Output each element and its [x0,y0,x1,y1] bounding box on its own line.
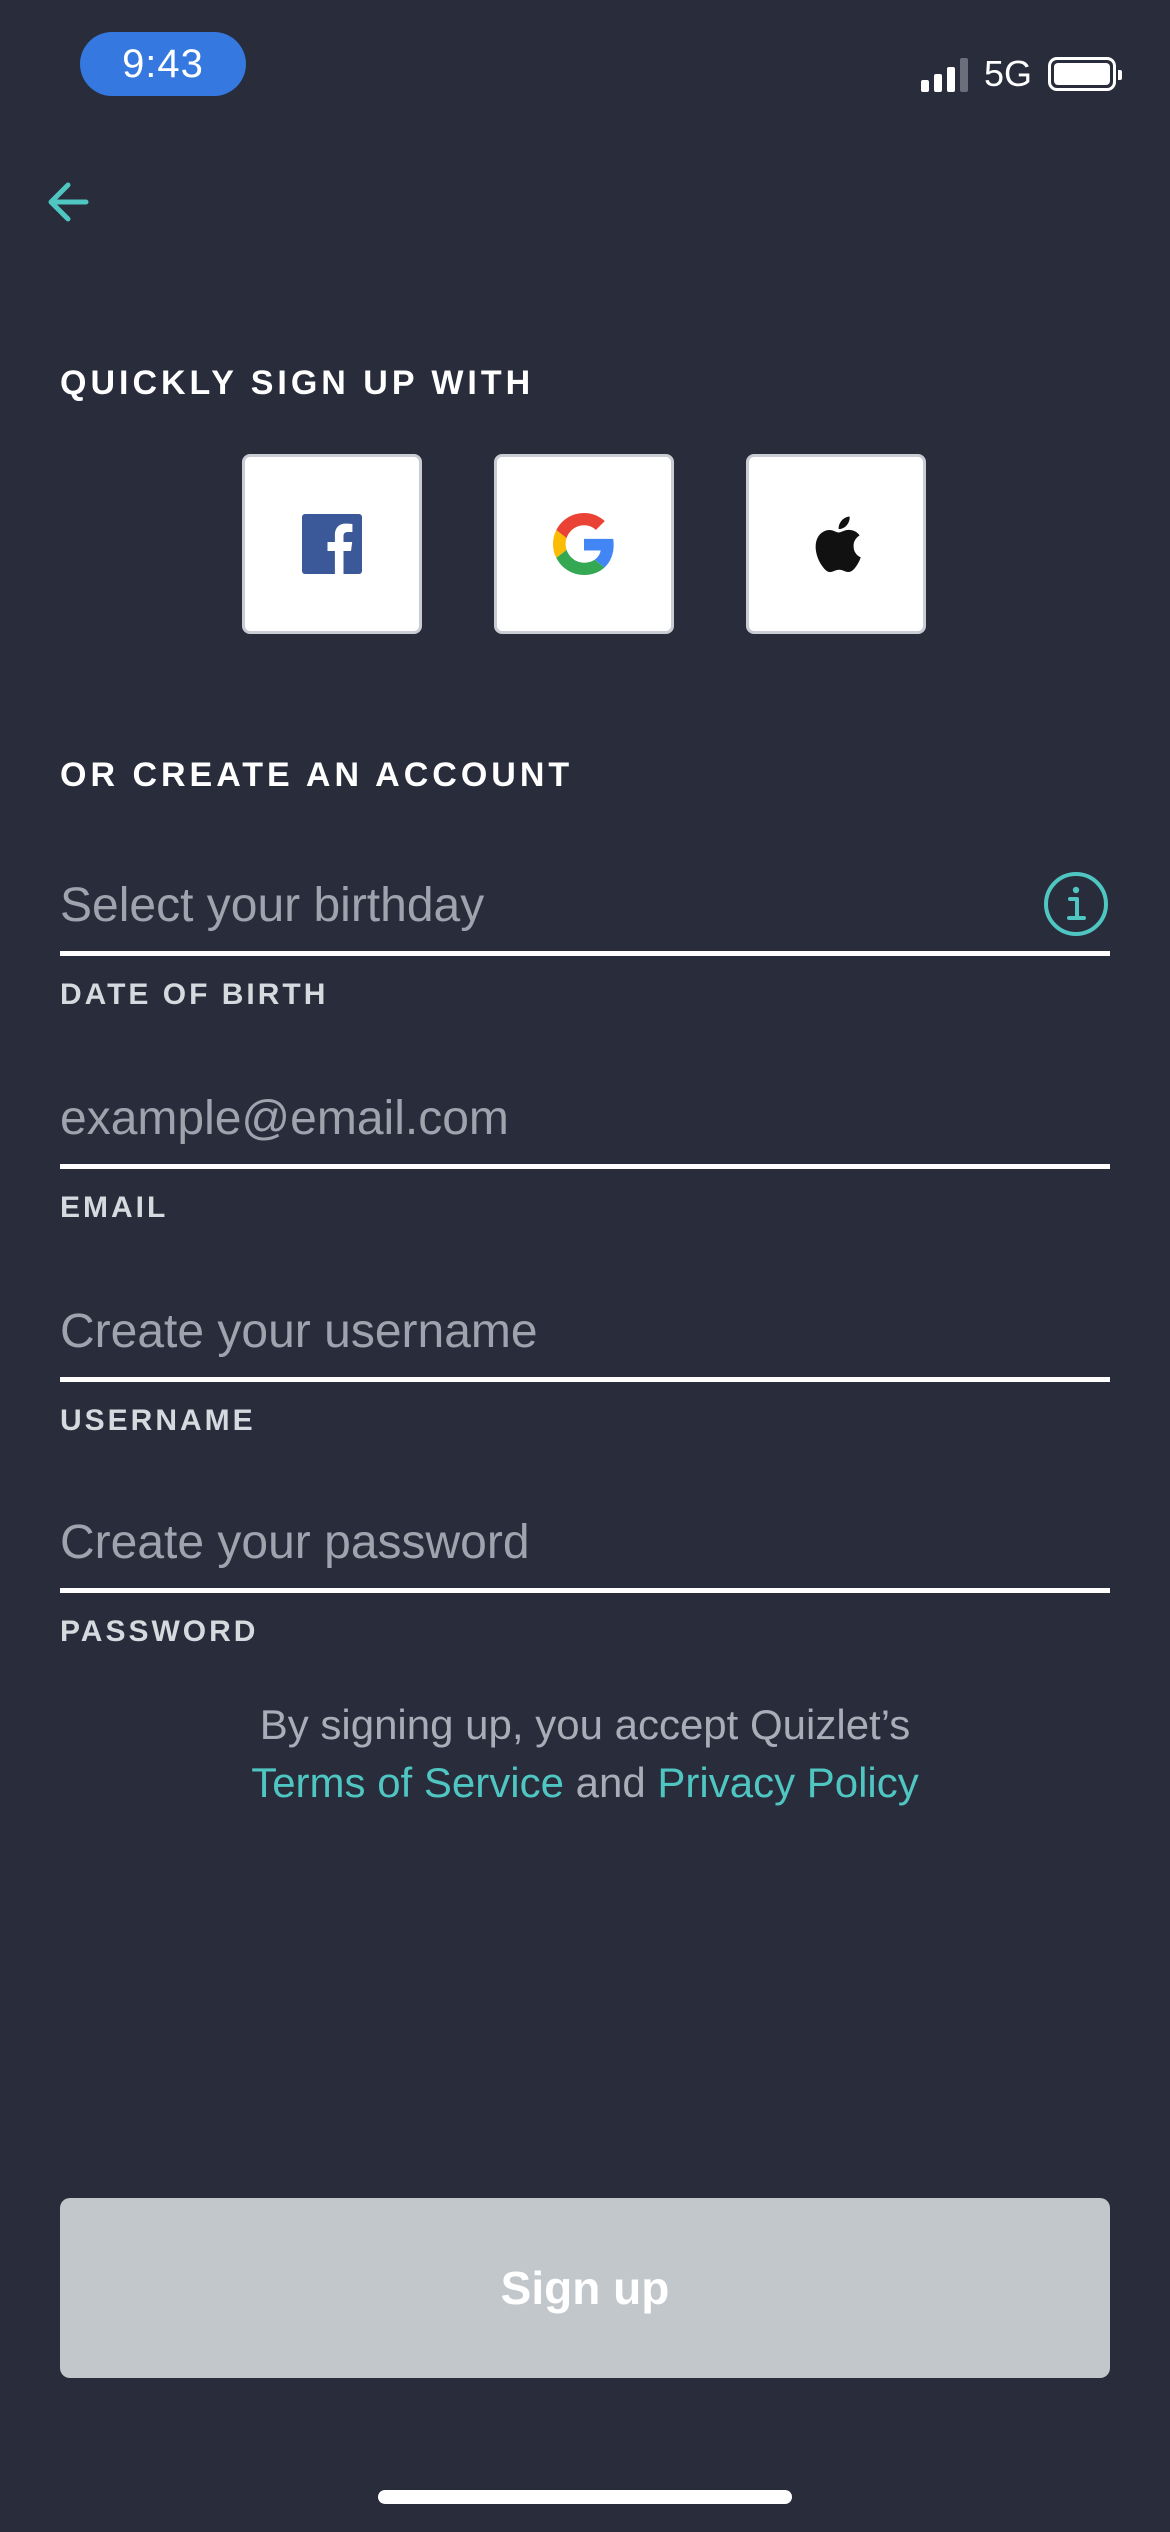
google-icon [553,513,614,575]
status-indicators: 5G [920,52,1122,96]
birthday-input[interactable] [60,860,1110,956]
email-label: EMAIL [60,1191,169,1224]
password-input[interactable] [60,1497,1110,1593]
email-input[interactable] [60,1073,1110,1169]
password-field-group: PASSWORD [60,1497,1110,1649]
google-button[interactable] [494,454,674,634]
username-label: USERNAME [60,1404,256,1437]
terms-line-2: Terms of Service and Privacy Policy [0,1754,1170,1812]
sign-up-button[interactable]: Sign up [60,2198,1110,2378]
social-heading: QUICKLY SIGN UP WITH [60,364,535,402]
social-buttons [242,454,926,634]
terms-conjunction: and [575,1759,646,1806]
network-type: 5G [983,53,1032,94]
back-button[interactable] [40,172,100,232]
status-time: 9:43 [80,32,246,96]
birthday-field-group: DATE OF BIRTH [60,860,1110,1012]
form-heading: OR CREATE AN ACCOUNT [60,756,574,794]
signup-screen: 9:43 5G QUICKLY SIGN UP WITH OR CREATE A… [0,0,1170,2532]
arrow-left-icon [48,182,89,222]
apple-button[interactable] [746,454,926,634]
terms-of-service-link[interactable]: Terms of Service [251,1759,564,1806]
email-field-group: EMAIL [60,1073,1110,1225]
signal-icon [920,56,968,92]
birthday-label: DATE OF BIRTH [60,978,329,1011]
facebook-icon [302,514,362,574]
terms-notice: By signing up, you accept Quizlet’s Term… [0,1696,1170,1812]
home-indicator [378,2490,792,2504]
privacy-policy-link[interactable]: Privacy Policy [657,1759,918,1806]
facebook-button[interactable] [242,454,422,634]
username-input[interactable] [60,1286,1110,1382]
password-label: PASSWORD [60,1615,259,1648]
battery-icon [1048,57,1122,91]
apple-icon [815,516,861,573]
info-icon[interactable] [1042,870,1110,938]
username-field-group: USERNAME [60,1286,1110,1438]
terms-line-1: By signing up, you accept Quizlet’s [259,1701,911,1748]
